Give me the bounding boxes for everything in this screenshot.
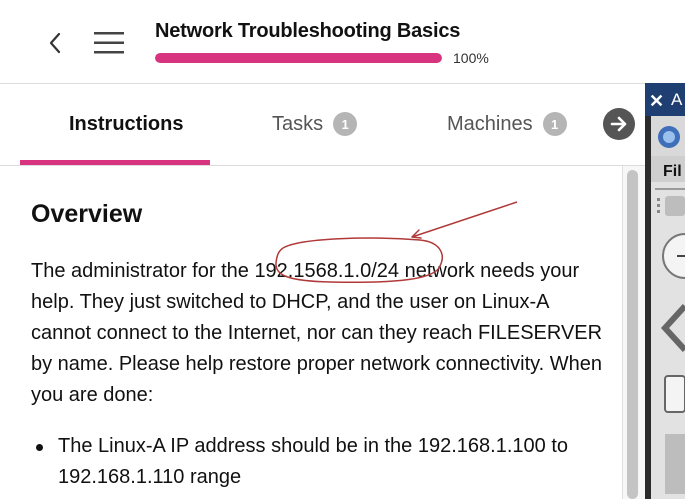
progress-fill [155,53,442,63]
scrollbar-thumb[interactable] [627,170,638,499]
back-button[interactable] [40,26,70,60]
paragraph-text-start: The administrator for the [31,260,255,282]
back-chevron-icon [49,32,61,54]
progress-label: 100% [453,50,489,66]
app-content: Fil [651,116,685,499]
app-titlebar: ✕ A [645,83,685,116]
app-back-arrow-icon [660,303,685,353]
tab-instructions-label: Instructions [69,112,184,135]
app-title-fragment: A [671,90,683,109]
close-x-icon[interactable]: ✕ [649,91,664,112]
active-tab-indicator [20,160,210,165]
tab-tasks-label: Tasks [272,112,324,135]
annotation-arrow-head [411,229,422,239]
course-title: Network Troubleshooting Basics [155,20,461,42]
machine-app-panel: ✕ A Fil [645,83,685,499]
list-item: The Linux-A IP address should be in the … [31,431,611,493]
requirements-list: The Linux-A IP address should be in the … [31,431,611,493]
machines-count-badge: 1 [542,112,567,136]
annotation-arrow-line [411,201,518,238]
menu-button[interactable] [90,26,128,60]
file-menu-label: Fil [663,163,682,180]
app-toolbar-graphic: Fil [651,116,685,494]
lab-header: Network Troubleshooting Basics 100% [0,0,645,84]
next-tab-button[interactable] [603,108,635,140]
progress-bar [155,53,442,63]
overview-paragraph: The administrator for the 192.1568.1.0/2… [31,256,611,411]
hamburger-menu-icon [94,32,124,54]
tab-instructions[interactable]: Instructions [69,84,183,164]
network-id-text: 192.1568.1.0/24 [254,260,400,282]
tab-bar: Instructions Tasks 1 Machines 1 [0,84,645,166]
overview-heading: Overview [31,200,143,228]
tab-machines-label: Machines [447,112,533,135]
instructions-content: Overview The administrator for the 192.1… [0,166,622,499]
tab-tasks[interactable]: Tasks 1 [272,84,358,164]
tasks-count-badge: 1 [333,112,358,136]
tab-machines[interactable]: Machines 1 [447,84,567,164]
next-arrow-icon [610,116,627,132]
